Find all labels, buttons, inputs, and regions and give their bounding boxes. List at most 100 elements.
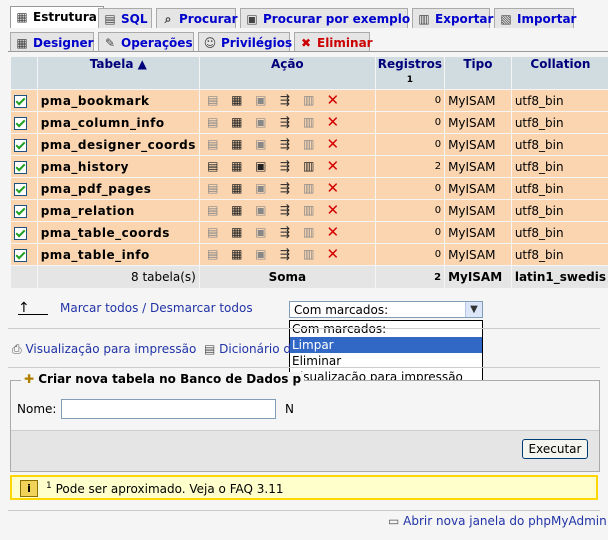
empty-icon[interactable]: ▥ — [301, 115, 317, 130]
tab-search[interactable]: ⌕ Procurar — [156, 8, 238, 28]
engine-type: MyISAM — [445, 244, 511, 265]
table-name[interactable]: pma_table_coords — [37, 222, 199, 243]
search-icon[interactable]: ▣ — [253, 203, 269, 218]
dropdown-option[interactable]: Com marcados: — [290, 321, 482, 337]
drop-icon[interactable]: ✕ — [325, 93, 341, 108]
mark-all-link[interactable]: Marcar todos — [60, 301, 138, 315]
empty-icon[interactable]: ▥ — [301, 181, 317, 196]
execute-button[interactable]: Executar — [522, 439, 588, 459]
table-name[interactable]: pma_designer_coords — [37, 134, 199, 155]
print-view-link[interactable]: ⎙ Visualização para impressão — [12, 342, 196, 357]
empty-icon[interactable]: ▥ — [301, 159, 317, 174]
browse-icon[interactable]: ▤ — [205, 225, 221, 240]
structure-icon[interactable]: ▦ — [229, 159, 245, 174]
table-name[interactable]: pma_column_info — [37, 112, 199, 133]
browse-icon[interactable]: ▤ — [205, 93, 221, 108]
row-checkbox[interactable] — [14, 94, 27, 108]
structure-icon[interactable]: ▦ — [229, 93, 245, 108]
empty-icon[interactable]: ▥ — [301, 137, 317, 152]
structure-icon[interactable]: ▦ — [229, 137, 245, 152]
drop-icon[interactable]: ✕ — [325, 137, 341, 152]
table-name[interactable]: pma_pdf_pages — [37, 178, 199, 199]
structure-icon[interactable]: ▦ — [229, 247, 245, 262]
search-icon[interactable]: ▣ — [253, 115, 269, 130]
structure-icon[interactable]: ▦ — [229, 203, 245, 218]
row-checkbox[interactable] — [14, 182, 27, 196]
row-checkbox[interactable] — [14, 204, 27, 218]
name-label: Nome: — [17, 402, 57, 416]
drop-icon[interactable]: ✕ — [325, 181, 341, 196]
tab-sql[interactable]: ▤ SQL — [98, 8, 152, 28]
row-checkbox[interactable] — [14, 248, 27, 262]
search-icon[interactable]: ▣ — [253, 247, 269, 262]
drop-icon[interactable]: ✕ — [325, 115, 341, 130]
search-icon[interactable]: ▣ — [253, 93, 269, 108]
insert-icon[interactable]: ⇶ — [277, 203, 293, 218]
browse-icon[interactable]: ▤ — [205, 203, 221, 218]
browse-icon[interactable]: ▤ — [205, 247, 221, 262]
drop-icon[interactable]: ✕ — [325, 159, 341, 174]
with-selected-select[interactable]: Com marcados: ▼ — [289, 301, 483, 318]
structure-icon[interactable]: ▦ — [229, 181, 245, 196]
summary-type: MyISAM — [445, 266, 511, 288]
mark-separator: / — [142, 301, 147, 315]
dropdown-option[interactable]: Limpar — [290, 337, 482, 353]
table-name[interactable]: pma_bookmark — [37, 90, 199, 111]
row-checkbox[interactable] — [14, 138, 27, 152]
table-row: pma_history ▤ ▦ ▣ ⇶ ▥ ✕ 2 MyISAM utf8_bin — [11, 156, 608, 177]
insert-icon[interactable]: ⇶ — [277, 225, 293, 240]
table-name[interactable]: pma_table_info — [37, 244, 199, 265]
browse-icon[interactable]: ▤ — [205, 137, 221, 152]
new-window-link[interactable]: ▭ Abrir nova janela do phpMyAdmin — [388, 514, 607, 528]
tab-designer[interactable]: ▦ Designer — [10, 32, 94, 52]
tab-privileges[interactable]: ☺ Privilégios — [198, 32, 292, 52]
summary-row: 8 tabela(s) Soma 2 MyISAM latin1_swedis — [11, 266, 608, 288]
search-icon[interactable]: ▣ — [253, 181, 269, 196]
row-checkbox[interactable] — [14, 116, 27, 130]
browse-icon[interactable]: ▤ — [205, 159, 221, 174]
table-name[interactable]: pma_relation — [37, 200, 199, 221]
insert-icon[interactable]: ⇶ — [277, 137, 293, 152]
engine-type: MyISAM — [445, 112, 511, 133]
data-dictionary-link[interactable]: ▤ Dicionário d — [204, 342, 291, 356]
drop-icon[interactable]: ✕ — [325, 203, 341, 218]
browse-icon[interactable]: ▤ — [205, 181, 221, 196]
row-checkbox[interactable] — [14, 160, 27, 174]
unmark-all-link[interactable]: Desmarcar todos — [150, 301, 253, 315]
structure-icon[interactable]: ▦ — [229, 225, 245, 240]
empty-icon[interactable]: ▥ — [301, 93, 317, 108]
tab-structure[interactable]: ▦ Estrutura — [10, 6, 104, 28]
header-collation: Collation — [511, 57, 608, 89]
search-icon[interactable]: ▣ — [253, 137, 269, 152]
search-icon[interactable]: ▣ — [253, 225, 269, 240]
arrow-line — [18, 314, 48, 315]
tab-label: Estrutura — [33, 10, 97, 24]
insert-icon[interactable]: ⇶ — [277, 247, 293, 262]
tab-export[interactable]: ▥ Exportar — [412, 8, 493, 28]
chevron-down-icon[interactable]: ▼ — [465, 302, 482, 317]
browse-icon[interactable]: ▤ — [205, 115, 221, 130]
empty-icon[interactable]: ▥ — [301, 225, 317, 240]
tab-import[interactable]: ▧ Importar — [494, 8, 576, 28]
drop-icon[interactable]: ✕ — [325, 225, 341, 240]
table-name-input[interactable] — [61, 399, 276, 419]
drop-icon[interactable]: ✕ — [325, 247, 341, 262]
insert-icon[interactable]: ⇶ — [277, 159, 293, 174]
tab-query[interactable]: ▣ Procurar por exemplo — [240, 8, 410, 28]
collation: utf8_bin — [511, 112, 608, 133]
insert-icon[interactable]: ⇶ — [277, 115, 293, 130]
search-icon[interactable]: ▣ — [253, 159, 269, 174]
empty-icon[interactable]: ▥ — [301, 203, 317, 218]
insert-icon[interactable]: ⇶ — [277, 181, 293, 196]
header-tabela[interactable]: Tabela ▲ — [37, 57, 199, 89]
table-name[interactable]: pma_history — [37, 156, 199, 177]
collation: utf8_bin — [511, 200, 608, 221]
tab-operations[interactable]: ✎ Operações — [98, 32, 194, 52]
empty-icon[interactable]: ▥ — [301, 247, 317, 262]
engine-type: MyISAM — [445, 134, 511, 155]
tab-drop[interactable]: ✖ Eliminar — [294, 32, 373, 52]
insert-icon[interactable]: ⇶ — [277, 93, 293, 108]
structure-icon[interactable]: ▦ — [229, 115, 245, 130]
summary-records: 2 — [375, 266, 445, 288]
row-checkbox[interactable] — [14, 226, 27, 240]
